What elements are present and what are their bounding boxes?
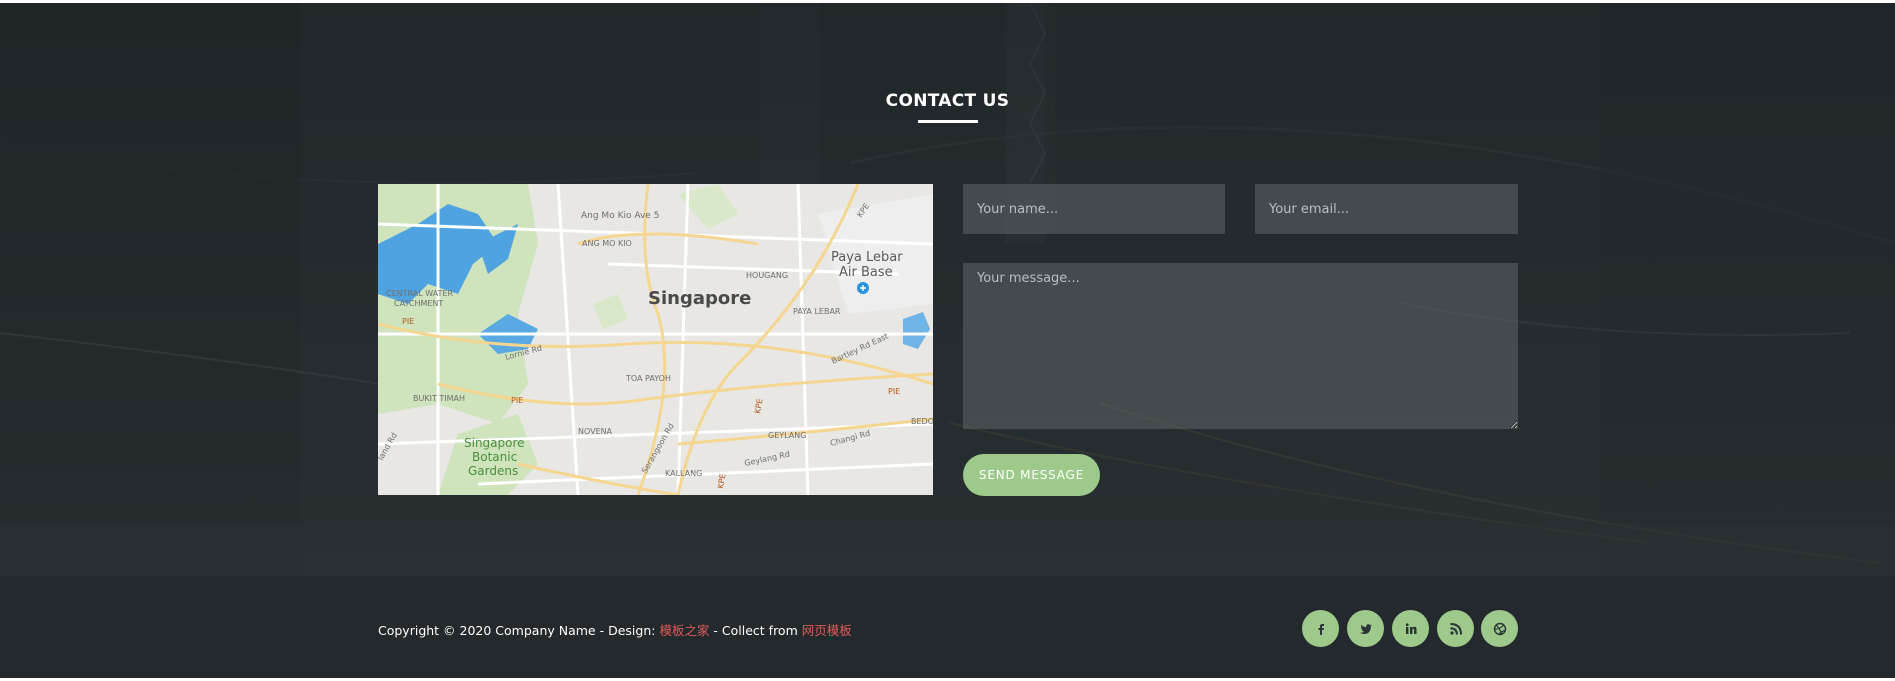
map-label: Ang Mo Kio Ave 5 xyxy=(581,211,659,221)
design-link[interactable]: 模板之家 xyxy=(659,623,709,638)
site-footer: Copyright © 2020 Company Name - Design: … xyxy=(0,576,1895,678)
map-canvas[interactable]: Ang Mo Kio Ave 5 ANG MO KIO KPE HOUGANG … xyxy=(378,184,933,495)
rss-icon xyxy=(1449,622,1462,635)
collect-text: - Collect from xyxy=(709,623,802,638)
map-label: GEYLANG xyxy=(768,431,806,440)
send-message-button[interactable]: SEND MESSAGE xyxy=(963,454,1100,496)
facebook-button[interactable] xyxy=(1302,610,1339,647)
dribbble-icon xyxy=(1493,622,1506,635)
map-label: HOUGANG xyxy=(746,271,788,280)
dribbble-button[interactable] xyxy=(1481,610,1518,647)
map-label: BEDO xyxy=(911,417,933,426)
map-label: PIE xyxy=(888,387,900,396)
collect-link[interactable]: 网页模板 xyxy=(802,623,852,638)
linkedin-button[interactable] xyxy=(1392,610,1429,647)
airport-marker-icon xyxy=(857,282,869,294)
rss-button[interactable] xyxy=(1437,610,1474,647)
map-label: PIE xyxy=(402,317,414,326)
map-label: BUKIT TIMAH xyxy=(413,394,465,403)
background-overlay xyxy=(0,3,1895,576)
map-label: Singapore xyxy=(648,288,751,309)
map-embed[interactable]: Ang Mo Kio Ave 5 ANG MO KIO KPE HOUGANG … xyxy=(378,184,933,495)
contact-section: CONTACT US Ang Mo Kio Ave 5 ANG MO KIO K… xyxy=(0,3,1895,576)
twitter-button[interactable] xyxy=(1347,610,1384,647)
linkedin-icon xyxy=(1405,622,1416,634)
section-title: CONTACT US xyxy=(885,91,1010,111)
map-label: TOA PAYOH xyxy=(625,374,671,383)
copyright-text: Copyright © 2020 Company Name - Design: xyxy=(378,623,660,638)
map-label: PIE xyxy=(511,396,523,405)
map-label: KALLANG xyxy=(665,469,702,478)
map-label: Botanic xyxy=(472,450,517,464)
map-label: PAYA LEBAR xyxy=(793,307,841,316)
map-label: NOVENA xyxy=(578,427,613,436)
copyright-notice: Copyright © 2020 Company Name - Design: … xyxy=(378,620,852,639)
twitter-icon xyxy=(1359,623,1372,634)
map-label: Singapore xyxy=(464,436,525,450)
facebook-icon xyxy=(1318,623,1324,635)
email-input[interactable] xyxy=(1255,184,1518,234)
map-label: Gardens xyxy=(468,464,518,478)
map-label: CENTRAL WATER xyxy=(386,289,453,298)
map-label: CATCHMENT xyxy=(394,299,443,308)
name-input[interactable] xyxy=(963,184,1225,234)
message-textarea[interactable] xyxy=(963,263,1518,429)
page-frame: CONTACT US Ang Mo Kio Ave 5 ANG MO KIO K… xyxy=(0,3,1895,678)
title-underline xyxy=(918,120,978,123)
map-label: ANG MO KIO xyxy=(582,239,632,248)
map-label: Paya Lebar xyxy=(831,250,903,265)
map-label: Air Base xyxy=(839,265,893,280)
